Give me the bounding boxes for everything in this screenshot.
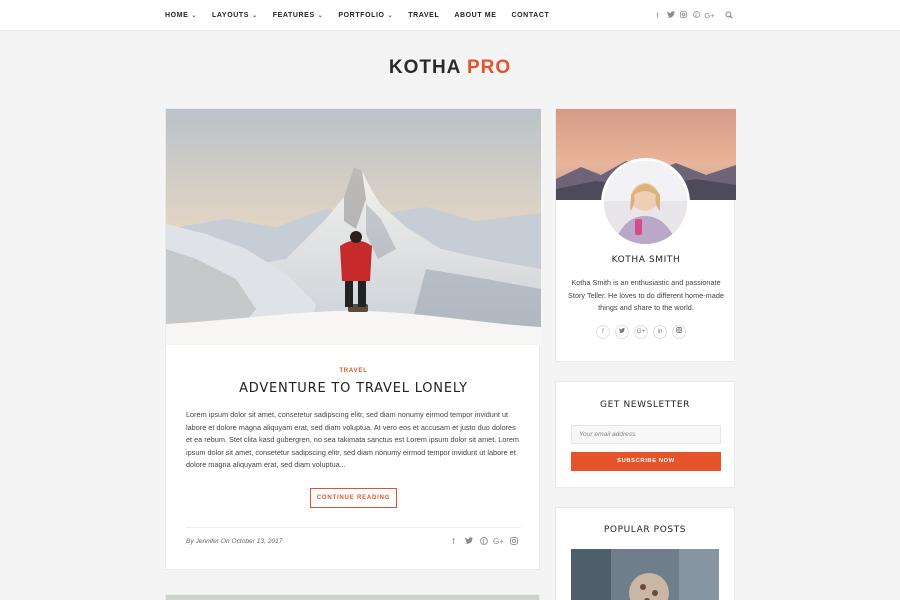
facebook-icon[interactable]: f [596, 325, 610, 339]
continue-reading-button[interactable]: CONTINUE READING [310, 488, 397, 508]
instagram-icon[interactable] [677, 11, 690, 20]
menu-item-travel[interactable]: TRAVEL [408, 12, 439, 19]
chevron-down-icon: ⌄ [317, 13, 324, 19]
pinterest-icon[interactable] [476, 537, 491, 547]
main-menu: HOME ⌄ LAYOUTS ⌄ FEATURES ⌄ PORTFOLIO ⌄ TRAV… [165, 0, 564, 31]
menu-item-label: LAYOUTS [212, 12, 250, 19]
post-category[interactable]: TRAVEL [166, 368, 541, 374]
newsletter-widget: GET NEWSLETTER Your email address SUBSCR… [555, 381, 735, 488]
post-featured-image[interactable] [166, 109, 541, 345]
menu-item-label: FEATURES [272, 12, 315, 19]
top-navbar: HOME ⌄ LAYOUTS ⌄ FEATURES ⌄ PORTFOLIO ⌄ TRAV… [0, 0, 900, 31]
author-avatar[interactable] [601, 158, 690, 247]
google-plus-icon[interactable]: G+ [491, 537, 506, 547]
post-share-links: f G+ [446, 537, 521, 547]
pinterest-icon[interactable] [690, 11, 703, 20]
menu-item-features[interactable]: FEATURES ⌄ [273, 12, 324, 19]
author-name: KOTHA SMITH [611, 255, 681, 265]
instagram-icon[interactable] [506, 537, 521, 547]
header-social-links: f G+ [651, 0, 735, 31]
facebook-icon[interactable]: f [446, 537, 461, 547]
menu-item-portfolio[interactable]: PORTFOLIO ⌄ [338, 12, 393, 19]
menu-item-about[interactable]: ABOUT ME [454, 12, 496, 19]
chevron-down-icon: ⌄ [387, 13, 394, 19]
site-logo[interactable]: KOTHA PRO [0, 57, 900, 79]
menu-item-label: PORTFOLIO [338, 12, 385, 19]
search-icon[interactable] [722, 11, 735, 21]
linkedin-icon[interactable]: in [653, 325, 667, 339]
twitter-icon[interactable] [461, 537, 476, 547]
widget-title: GET NEWSLETTER [600, 400, 690, 410]
author-social-links: f G+ in [596, 325, 691, 339]
menu-item-label: HOME [165, 12, 189, 19]
logo-text-accent: PRO [466, 57, 512, 78]
menu-item-layouts[interactable]: LAYOUTS ⌄ [212, 12, 258, 19]
twitter-icon[interactable] [615, 325, 629, 339]
twitter-icon[interactable] [664, 11, 677, 20]
post-meta: By Jennifer On October 13, 2017 [186, 538, 283, 545]
author-bio: Kotha Smith is an enthusiastic and passi… [568, 278, 724, 312]
menu-item-label: TRAVEL [408, 12, 440, 19]
menu-item-contact[interactable]: CONTACT [511, 12, 549, 19]
chevron-down-icon: ⌄ [252, 13, 258, 19]
instagram-icon[interactable] [672, 325, 686, 339]
popular-post-image[interactable] [571, 549, 719, 600]
logo-text-primary: KOTHA [388, 57, 461, 78]
chevron-down-icon: ⌄ [191, 13, 198, 19]
google-plus-icon[interactable]: G+ [634, 325, 648, 339]
facebook-icon[interactable]: f [651, 11, 664, 20]
post-card: TRAVEL ADVENTURE TO TRAVEL LONELY Lorem … [165, 108, 541, 570]
menu-item-home[interactable]: HOME ⌄ [165, 12, 197, 19]
next-post-card[interactable] [165, 594, 540, 600]
popular-posts-widget: POPULAR POSTS [555, 507, 735, 600]
about-widget: KOTHA SMITH Kotha Smith is an enthusiast… [555, 108, 736, 362]
google-plus-icon[interactable]: G+ [703, 11, 716, 20]
menu-item-label: CONTACT [511, 12, 550, 19]
divider [186, 527, 521, 528]
widget-title: POPULAR POSTS [603, 525, 687, 535]
email-field[interactable]: Your email address [571, 425, 721, 444]
subscribe-button[interactable]: SUBSCRIBE NOW [571, 452, 721, 471]
menu-item-label: ABOUT ME [454, 12, 497, 19]
post-title[interactable]: ADVENTURE TO TRAVEL LONELY [166, 381, 541, 396]
post-excerpt: Lorem ipsum dolor sit amet, consetetur s… [186, 410, 519, 470]
